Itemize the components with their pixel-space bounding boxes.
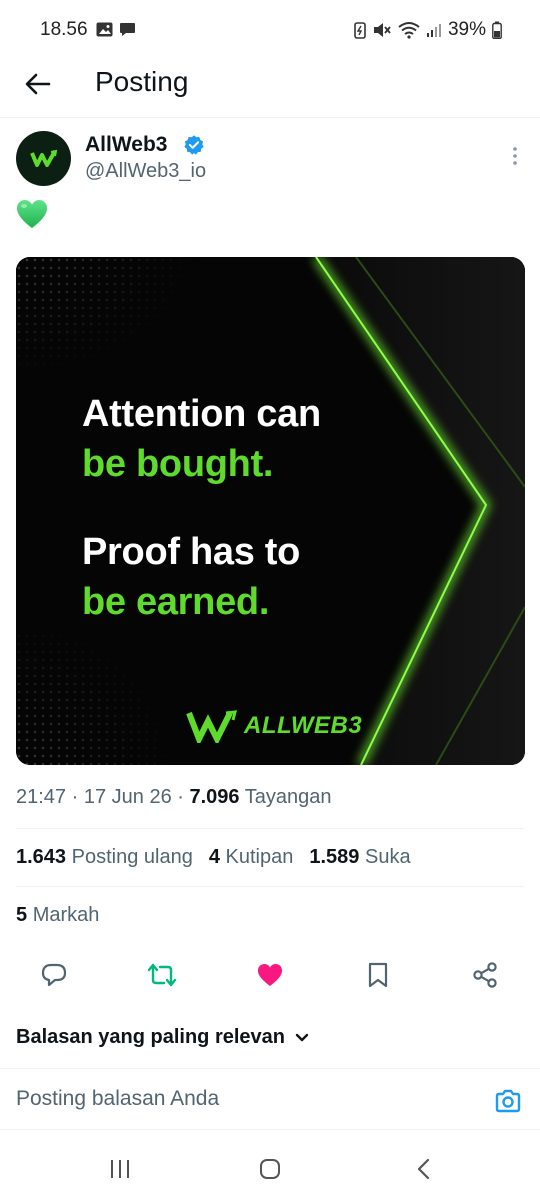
like-button[interactable] [255, 960, 285, 990]
tweet-author: AllWeb3 @AllWeb3_io [0, 128, 540, 198]
signal-icon [426, 24, 441, 37]
tweet-time: 21:47 [16, 786, 67, 808]
back-icon [417, 1158, 430, 1180]
image-text-line-2: be bought. [82, 443, 274, 485]
reply-composer [0, 1068, 540, 1130]
image-brand-name: ALLWEB3 [244, 712, 363, 739]
battery-percent: 39% [447, 19, 486, 40]
replies-sort-label: Balasan yang paling relevan [16, 1026, 285, 1048]
chat-icon [120, 23, 135, 36]
views-label: Tayangan [244, 786, 332, 808]
likes-count: 1.589 [309, 846, 360, 868]
home-button[interactable] [257, 1156, 283, 1182]
status-time: 18.56 [40, 19, 88, 40]
tweet-actions [0, 960, 540, 992]
bookmark-button[interactable] [363, 960, 393, 990]
status-notification-icons [96, 22, 136, 37]
chevron-down-icon [295, 1033, 309, 1041]
battery-saver-icon [354, 22, 366, 39]
reply-icon [41, 963, 67, 987]
system-nav-bar [0, 1140, 540, 1199]
avatar[interactable] [16, 131, 71, 186]
gallery-icon [96, 22, 113, 37]
image-background [16, 257, 525, 765]
allweb3-logo-icon [30, 149, 58, 167]
reposts-count: 1.643 [16, 846, 67, 868]
image-text-line-4: be earned. [82, 581, 270, 623]
reposts-label: Posting ulang [71, 846, 193, 868]
status-bar: 18.56 39% [0, 0, 540, 62]
author-name[interactable]: AllWeb3 [85, 133, 167, 157]
bookmarks-label: Markah [32, 904, 100, 926]
divider [16, 828, 524, 829]
allweb3-mark-icon [186, 710, 237, 743]
wifi-icon [398, 22, 420, 39]
tweet-date: 17 Jun 26 [83, 786, 172, 808]
reposts-stat[interactable]: 1.643 Posting ulang [16, 846, 193, 869]
tweet-meta: 21:47 · 17 Jun 26 · 7.096 Tayangan [16, 786, 332, 808]
green-heart-emoji [17, 200, 47, 228]
bookmark-icon [368, 962, 388, 988]
camera-icon[interactable] [494, 1087, 522, 1115]
bookmarks-stat[interactable]: 5 Markah [16, 904, 99, 927]
image-text-line-1: Attention can [82, 393, 321, 435]
like-icon [258, 964, 282, 986]
engagement-stats: 1.643 Posting ulang 4 Kutipan 1.589 Suka [16, 846, 411, 869]
divider [16, 886, 524, 887]
home-icon [260, 1159, 280, 1179]
likes-stat[interactable]: 1.589 Suka [309, 846, 410, 869]
image-brand-logo: ALLWEB3 [186, 709, 362, 743]
back-arrow-icon[interactable] [22, 68, 54, 100]
recent-apps-button[interactable] [107, 1156, 133, 1182]
bookmarks-count: 5 [16, 904, 28, 926]
repost-button[interactable] [147, 960, 177, 990]
reply-button[interactable] [39, 960, 69, 990]
author-handle[interactable]: @AllWeb3_io [85, 160, 206, 183]
share-icon [473, 962, 497, 988]
share-button[interactable] [470, 960, 500, 990]
likes-label: Suka [364, 846, 411, 868]
page-title: Posting [95, 66, 189, 97]
mute-icon [373, 23, 391, 37]
recent-apps-icon [111, 1160, 129, 1178]
repost-icon [147, 963, 177, 987]
more-vertical-icon[interactable] [510, 146, 520, 166]
quotes-stat[interactable]: 4 Kutipan [209, 846, 294, 869]
tweet-text [15, 198, 49, 232]
back-button[interactable] [410, 1156, 436, 1182]
top-app-bar: Posting [0, 62, 540, 118]
quotes-label: Kutipan [225, 846, 294, 868]
views-count: 7.096 [189, 786, 240, 808]
battery-icon [492, 21, 502, 39]
image-text-line-3: Proof has to [82, 531, 301, 573]
reply-input[interactable] [16, 1087, 476, 1111]
quotes-count: 4 [208, 846, 220, 868]
status-system-icons: 39% [354, 19, 502, 41]
verified-badge-icon [184, 135, 204, 155]
tweet-image[interactable]: Attention can be bought. Proof has to be… [16, 257, 525, 765]
replies-sort-dropdown[interactable]: Balasan yang paling relevan [16, 1026, 309, 1049]
